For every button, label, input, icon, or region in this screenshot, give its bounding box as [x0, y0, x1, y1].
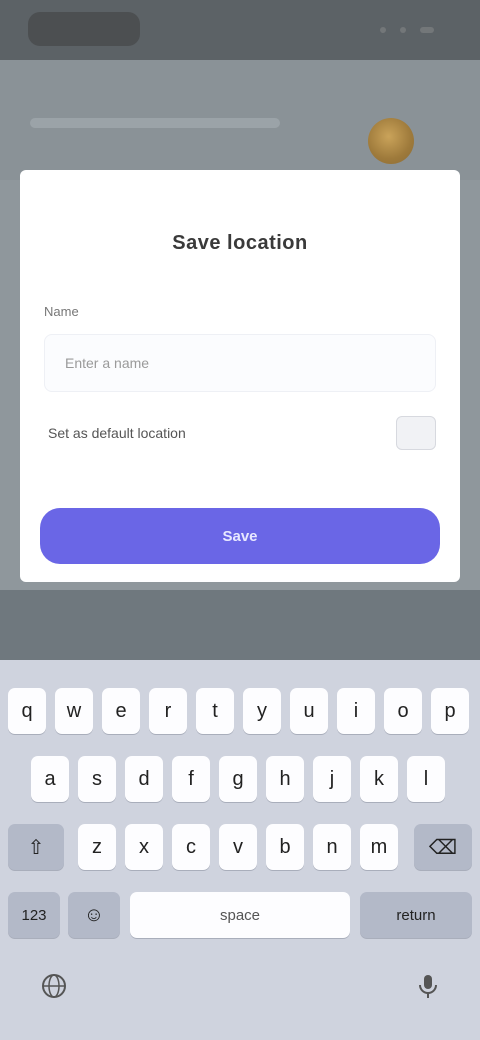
mic-icon[interactable] — [410, 968, 446, 1004]
status-time — [28, 12, 140, 46]
emoji-key[interactable]: ☺ — [68, 892, 120, 938]
save-location-dialog: Save location Name Set as default locati… — [20, 170, 460, 582]
header-text-placeholder — [30, 118, 280, 128]
key-k[interactable]: k — [360, 756, 398, 802]
coin-icon — [368, 118, 414, 164]
battery-icon — [420, 27, 434, 33]
key-d[interactable]: d — [125, 756, 163, 802]
key-c[interactable]: c — [172, 824, 210, 870]
key-v[interactable]: v — [219, 824, 257, 870]
key-s[interactable]: s — [78, 756, 116, 802]
key-a[interactable]: a — [31, 756, 69, 802]
key-w[interactable]: w — [55, 688, 93, 734]
save-button[interactable]: Save — [40, 508, 440, 564]
key-r[interactable]: r — [149, 688, 187, 734]
shift-key[interactable]: ⇧ — [8, 824, 64, 870]
key-o[interactable]: o — [384, 688, 422, 734]
key-m[interactable]: m — [360, 824, 398, 870]
key-y[interactable]: y — [243, 688, 281, 734]
app-footer-strip — [0, 590, 480, 660]
keyboard-bottom-bar — [0, 950, 480, 1040]
key-j[interactable]: j — [313, 756, 351, 802]
key-f[interactable]: f — [172, 756, 210, 802]
key-i[interactable]: i — [337, 688, 375, 734]
return-key[interactable]: return — [360, 892, 472, 938]
status-bar — [0, 0, 480, 60]
key-h[interactable]: h — [266, 756, 304, 802]
globe-icon[interactable] — [36, 968, 72, 1004]
key-q[interactable]: q — [8, 688, 46, 734]
dialog-title: Save location — [172, 232, 308, 254]
numbers-key[interactable]: 123 — [8, 892, 60, 938]
key-n[interactable]: n — [313, 824, 351, 870]
key-p[interactable]: p — [431, 688, 469, 734]
key-g[interactable]: g — [219, 756, 257, 802]
default-checkbox-label: Set as default location — [48, 425, 186, 441]
space-key[interactable]: space — [130, 892, 350, 938]
checkbox-icon[interactable] — [396, 416, 436, 450]
backspace-key[interactable]: ⌫ — [414, 824, 472, 870]
key-z[interactable]: z — [78, 824, 116, 870]
key-e[interactable]: e — [102, 688, 140, 734]
key-x[interactable]: x — [125, 824, 163, 870]
default-checkbox-row[interactable]: Set as default location — [44, 412, 436, 458]
key-t[interactable]: t — [196, 688, 234, 734]
name-field-label: Name — [44, 304, 79, 319]
name-input[interactable] — [44, 334, 436, 392]
wifi-icon — [400, 27, 406, 33]
signal-icon — [380, 27, 386, 33]
key-u[interactable]: u — [290, 688, 328, 734]
key-l[interactable]: l — [407, 756, 445, 802]
key-b[interactable]: b — [266, 824, 304, 870]
